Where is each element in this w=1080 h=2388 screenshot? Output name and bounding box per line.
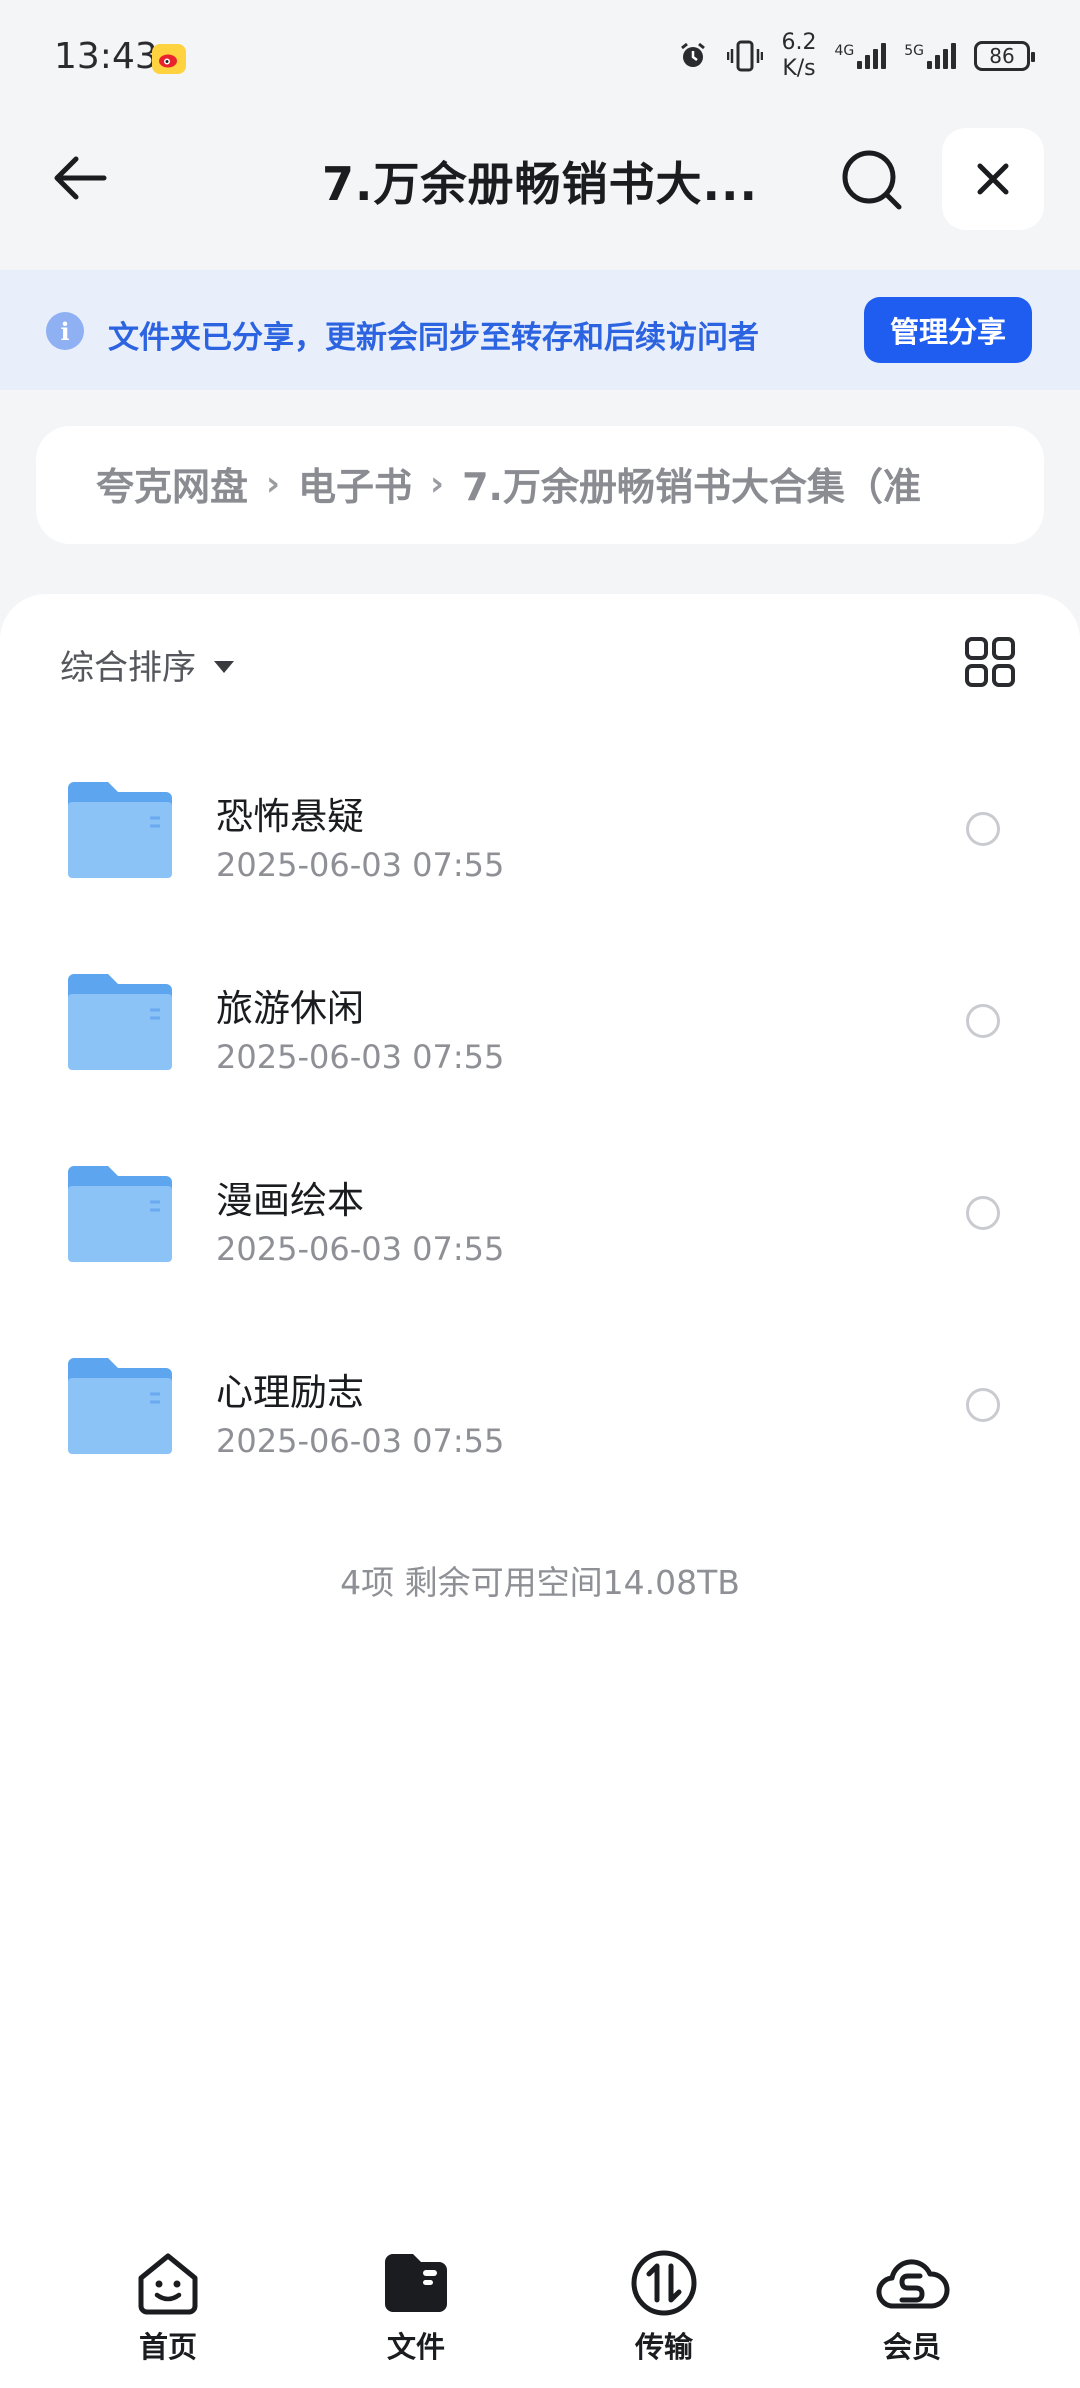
select-radio[interactable] [966,1004,1000,1038]
folder-icon [68,782,172,878]
nav-member-label: 会员 [882,2330,941,2364]
breadcrumb: 夸克网盘 › 电子书 › 7.万余册畅销书大合集（准 [36,426,1044,544]
battery-indicator: 86 [974,41,1035,71]
close-icon [977,163,1009,195]
nav-files-label: 文件 [386,2330,445,2364]
breadcrumb-item-current: 7.万余册畅销书大合集（准 [462,465,921,509]
bottom-nav: 首页 文件 传输 会员 [0,2240,1080,2388]
file-date: 2025-06-03 07:55 [216,1230,505,1268]
nav-files[interactable]: 文件 [336,2248,496,2366]
info-icon: i [46,312,84,350]
grid-view-toggle[interactable] [964,636,1016,688]
cloud-member-icon [876,2259,950,2309]
network1-label: 4G [834,43,855,59]
weibo-notification-icon [152,44,186,74]
list-item[interactable]: 漫画绘本 2025-06-03 07:55 [0,1118,1080,1308]
list-item[interactable]: 心理励志 2025-06-03 07:55 [0,1310,1080,1500]
select-radio[interactable] [966,1388,1000,1422]
file-name: 漫画绘本 [216,1179,364,1222]
nav-transfer-label: 传输 [634,2330,693,2364]
page-title: 7.万余册畅销书大... [322,157,758,211]
chevron-right-icon: › [430,463,445,504]
network2-label: 5G [904,43,924,59]
smiley-home-icon [138,2253,198,2315]
network-speed: 6.2 K/s [781,30,816,82]
search-icon [842,150,902,210]
nav-home-label: 首页 [138,2330,197,2364]
nav-home[interactable]: 首页 [88,2248,248,2366]
breadcrumb-items: 夸克网盘 › 电子书 › 7.万余册畅销书大合集（准 [96,456,921,511]
nav-transfer[interactable]: 传输 [584,2248,744,2366]
close-button[interactable] [942,128,1044,230]
storage-summary: 4项 剩余可用空间14.08TB [340,1563,740,1602]
speed-unit: K/s [782,56,816,81]
select-radio[interactable] [966,812,1000,846]
folder-icon [68,1358,172,1454]
folder-icon [68,1166,172,1262]
nav-member[interactable]: 会员 [832,2248,992,2366]
signal-5g: 5G [904,43,956,69]
alarm-icon [681,42,706,67]
chevron-right-icon: › [266,463,281,504]
file-name: 旅游休闲 [216,987,364,1030]
vibrate-icon [727,40,764,72]
breadcrumb-item-ebooks[interactable]: 电子书 [298,456,412,511]
sort-label: 综合排序 [60,648,196,688]
search-button[interactable] [836,144,908,216]
folder-icon [68,974,172,1070]
breadcrumb-item-root[interactable]: 夸克网盘 [96,456,248,511]
file-name: 心理励志 [216,1371,364,1414]
transfer-icon [631,2250,697,2316]
file-date: 2025-06-03 07:55 [216,1038,505,1076]
grid-view-icon [965,637,1015,687]
caret-down-icon [214,660,234,673]
manage-share-button[interactable]: 管理分享 [864,297,1032,363]
file-date: 2025-06-03 07:55 [216,846,505,884]
speed-value: 6.2 [781,30,817,55]
sort-dropdown[interactable]: 综合排序 [60,640,234,689]
status-indicators: 6.2 K/s 4G 5G 86 [677,30,1035,82]
status-time: 13:43 [54,36,158,77]
list-item[interactable]: 恐怖悬疑 2025-06-03 07:55 [0,734,1080,924]
list-item[interactable]: 旅游休闲 2025-06-03 07:55 [0,926,1080,1116]
battery-level: 86 [989,44,1015,68]
banner-text: 文件夹已分享，更新会同步至转存和后续访问者 [108,320,759,356]
file-date: 2025-06-03 07:55 [216,1422,505,1460]
select-radio[interactable] [966,1196,1000,1230]
folder-icon [385,2254,447,2312]
file-name: 恐怖悬疑 [216,795,364,838]
signal-4g: 4G [834,43,887,69]
